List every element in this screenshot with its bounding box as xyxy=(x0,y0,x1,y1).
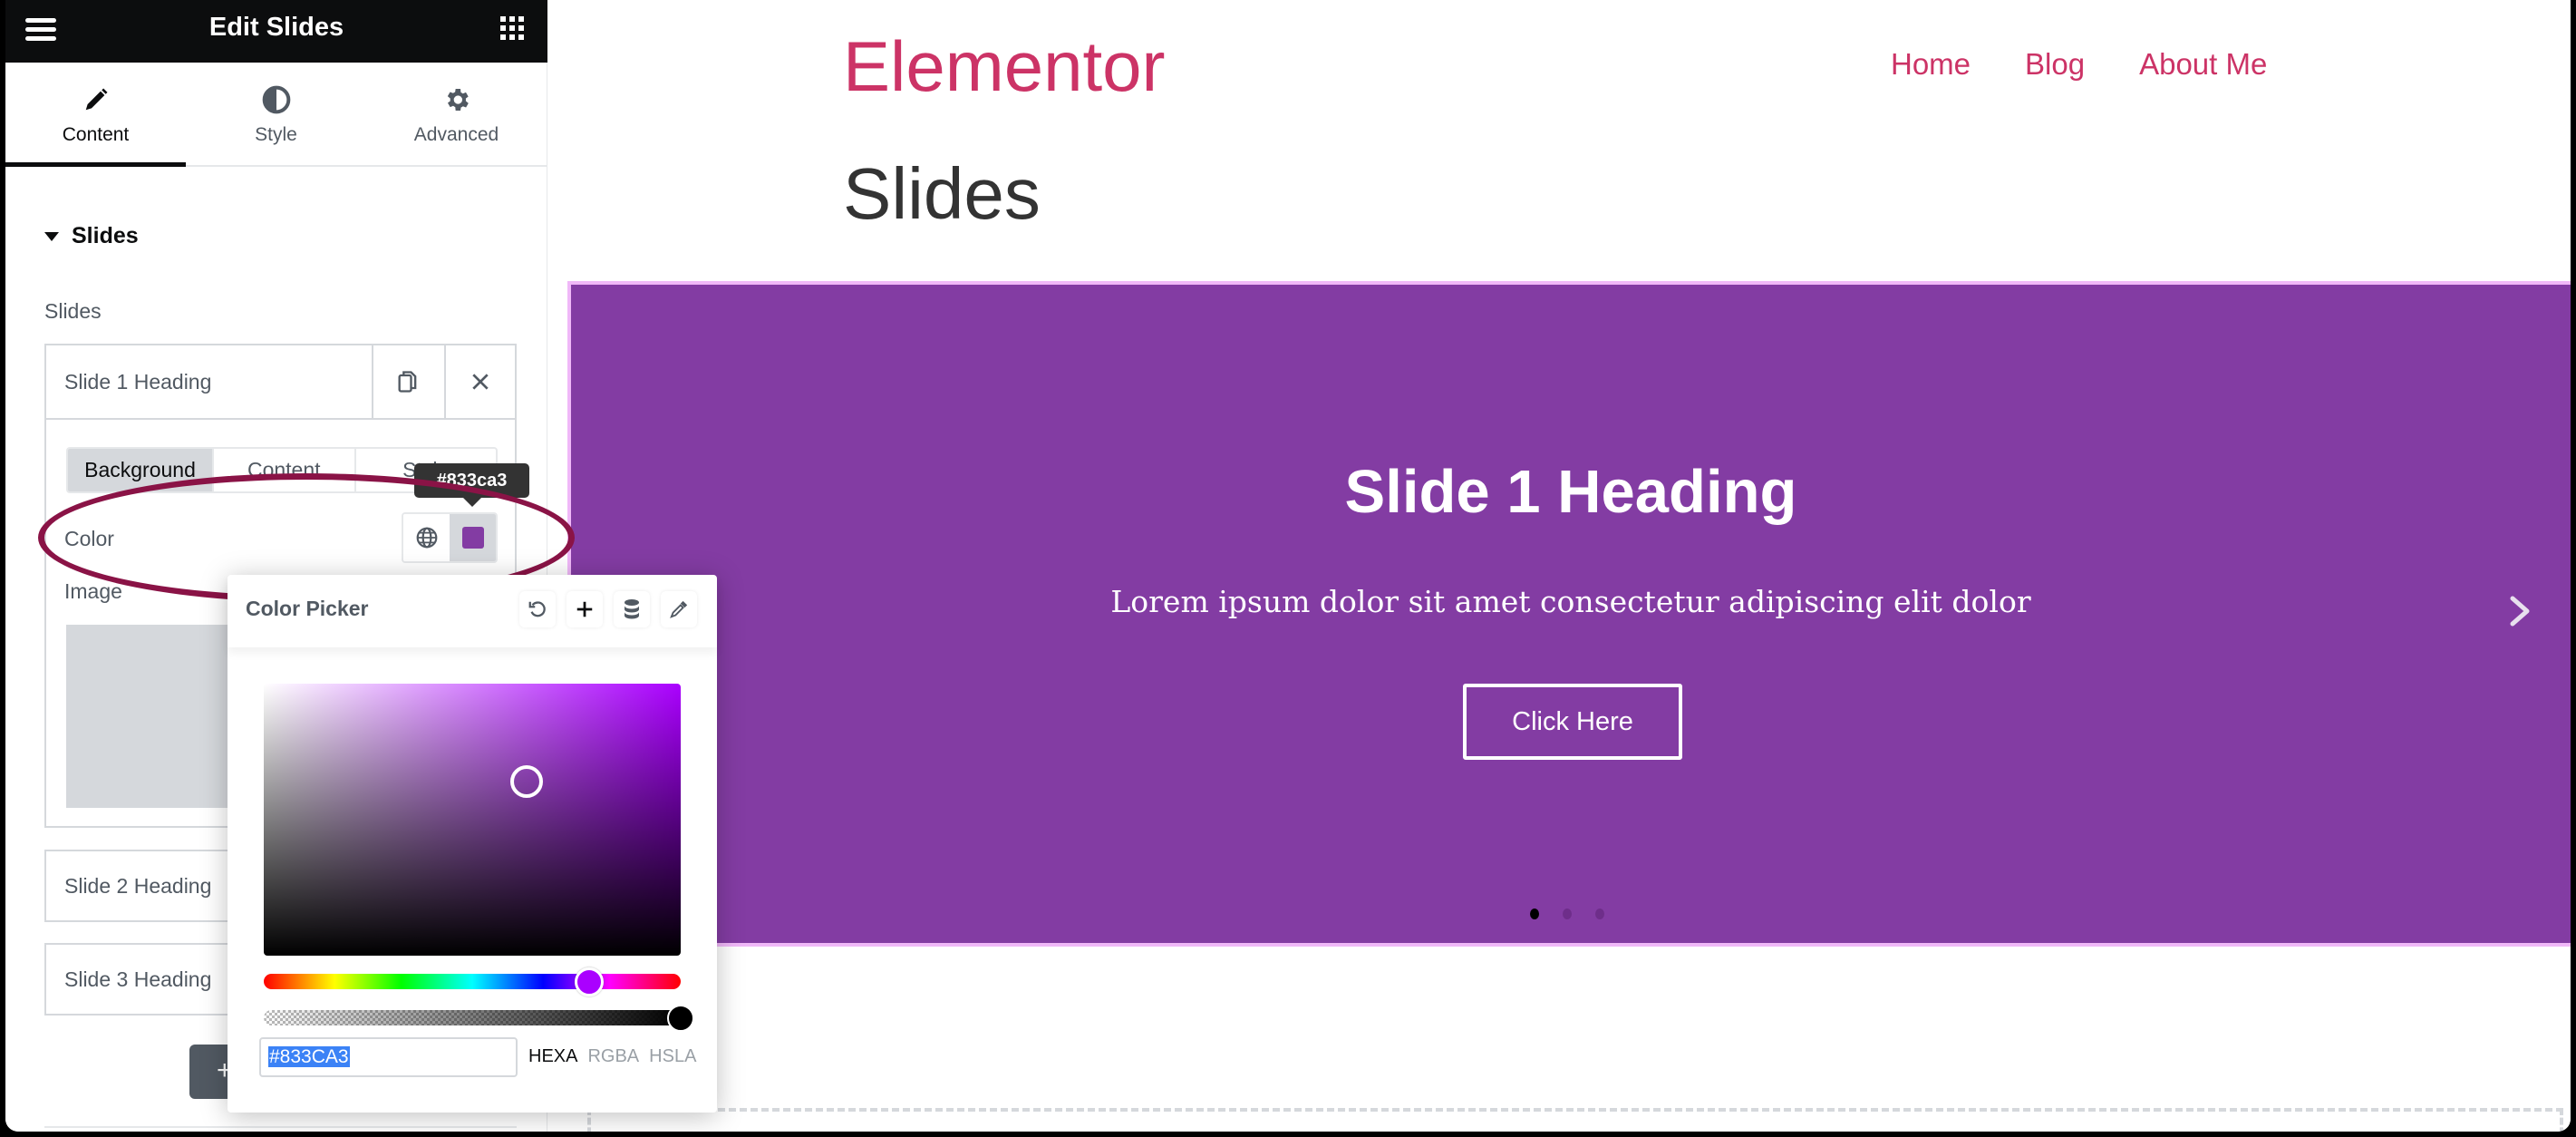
color-tooltip: #833ca3 xyxy=(414,463,529,507)
format-hexa[interactable]: HEXA xyxy=(528,1046,577,1067)
saturation-value-area[interactable] xyxy=(264,684,681,956)
duplicate-button[interactable] xyxy=(372,345,442,418)
tab-label: Style xyxy=(255,124,297,145)
page-title: Slides xyxy=(843,153,1041,234)
next-slide-arrow[interactable] xyxy=(2502,593,2538,629)
reset-icon[interactable] xyxy=(519,591,556,627)
app-window: Edit Slides Content Style Advanced Slide… xyxy=(5,0,2571,1132)
database-icon[interactable] xyxy=(614,591,650,627)
slides-label: Slides xyxy=(44,299,102,323)
hex-input[interactable]: #833CA3 xyxy=(259,1037,518,1077)
widgets-grid-icon[interactable] xyxy=(500,16,524,40)
remove-button[interactable] xyxy=(444,345,515,418)
panel-title: Edit Slides xyxy=(208,13,344,42)
alpha-slider-handle[interactable] xyxy=(667,1005,694,1032)
format-hsla[interactable]: HSLA xyxy=(649,1046,696,1067)
gear-icon xyxy=(366,84,547,115)
chevron-right-icon xyxy=(2510,596,2530,627)
pagination-dot[interactable] xyxy=(1563,909,1572,919)
caret-down-icon xyxy=(44,231,59,241)
panel-header: Edit Slides xyxy=(5,0,547,63)
color-swatch-button[interactable] xyxy=(450,514,496,561)
tab-label: Content xyxy=(62,124,130,145)
slide-heading: Slide 1 Heading xyxy=(1344,458,1797,526)
repeater-item-title: Slide 1 Heading xyxy=(64,369,212,394)
color-swatch xyxy=(461,527,484,549)
color-format-switch: HEXA RGBA HSLA xyxy=(528,1046,696,1067)
hue-slider[interactable] xyxy=(264,967,681,996)
add-section-drop-zone[interactable] xyxy=(587,1108,2563,1132)
color-picker-popover: Color Picker #833CA3 HEXA RGBA HSLA xyxy=(228,575,717,1113)
format-rgba[interactable]: RGBA xyxy=(587,1046,639,1067)
site-nav: Home Blog About Me xyxy=(1891,47,2267,82)
color-control xyxy=(402,512,498,563)
global-colors-button[interactable] xyxy=(403,514,450,561)
globe-icon xyxy=(416,527,437,549)
hex-input-value: #833CA3 xyxy=(268,1046,350,1067)
section-toggle-slides[interactable]: Slides xyxy=(44,223,139,249)
nav-link-home[interactable]: Home xyxy=(1891,47,1971,82)
slide-cta-button[interactable]: Click Here xyxy=(1463,684,1682,760)
panel-tabs: Content Style Advanced xyxy=(5,63,547,167)
tab-style[interactable]: Style xyxy=(186,63,366,165)
divider xyxy=(44,1126,517,1128)
tab-advanced[interactable]: Advanced xyxy=(366,63,547,165)
slide-description: Lorem ipsum dolor sit amet consectetur a… xyxy=(1110,584,2031,619)
section-title: Slides xyxy=(72,223,139,248)
color-picker-header: Color Picker xyxy=(228,575,717,647)
alpha-slider[interactable] xyxy=(264,1005,694,1032)
add-icon[interactable] xyxy=(567,591,603,627)
tab-content[interactable]: Content xyxy=(5,63,186,167)
slide-pagination xyxy=(1530,909,1604,919)
page-preview: Elementor Home Blog About Me Slides Slid… xyxy=(547,0,2571,1132)
copy-icon xyxy=(398,371,417,393)
repeater-item-title: Slide 3 Heading xyxy=(64,967,212,991)
pencil-icon xyxy=(5,84,186,115)
slides-widget[interactable]: Slide 1 Heading Lorem ipsum dolor sit am… xyxy=(567,281,2571,947)
repeater-item-header[interactable]: Slide 1 Heading xyxy=(46,345,515,420)
color-picker-tools xyxy=(519,591,697,627)
tab-label: Advanced xyxy=(413,124,499,145)
inner-tab-background[interactable]: Background xyxy=(68,449,214,491)
nav-link-about[interactable]: About Me xyxy=(2139,47,2267,82)
pagination-dot[interactable] xyxy=(1530,909,1539,919)
close-icon xyxy=(472,374,489,390)
saturation-handle[interactable] xyxy=(509,765,543,798)
hue-slider-handle[interactable] xyxy=(574,967,604,996)
nav-link-blog[interactable]: Blog xyxy=(2025,47,2085,82)
color-picker-title: Color Picker xyxy=(246,597,369,620)
repeater-item-title: Slide 2 Heading xyxy=(64,873,212,898)
inner-tab-content[interactable]: Content xyxy=(214,449,356,491)
half-circle-icon xyxy=(186,84,366,115)
image-label: Image xyxy=(64,579,122,603)
site-logo[interactable]: Elementor xyxy=(843,25,1166,108)
pagination-dot[interactable] xyxy=(1595,909,1604,919)
eyedropper-icon[interactable] xyxy=(661,591,697,627)
color-label: Color xyxy=(64,527,114,550)
